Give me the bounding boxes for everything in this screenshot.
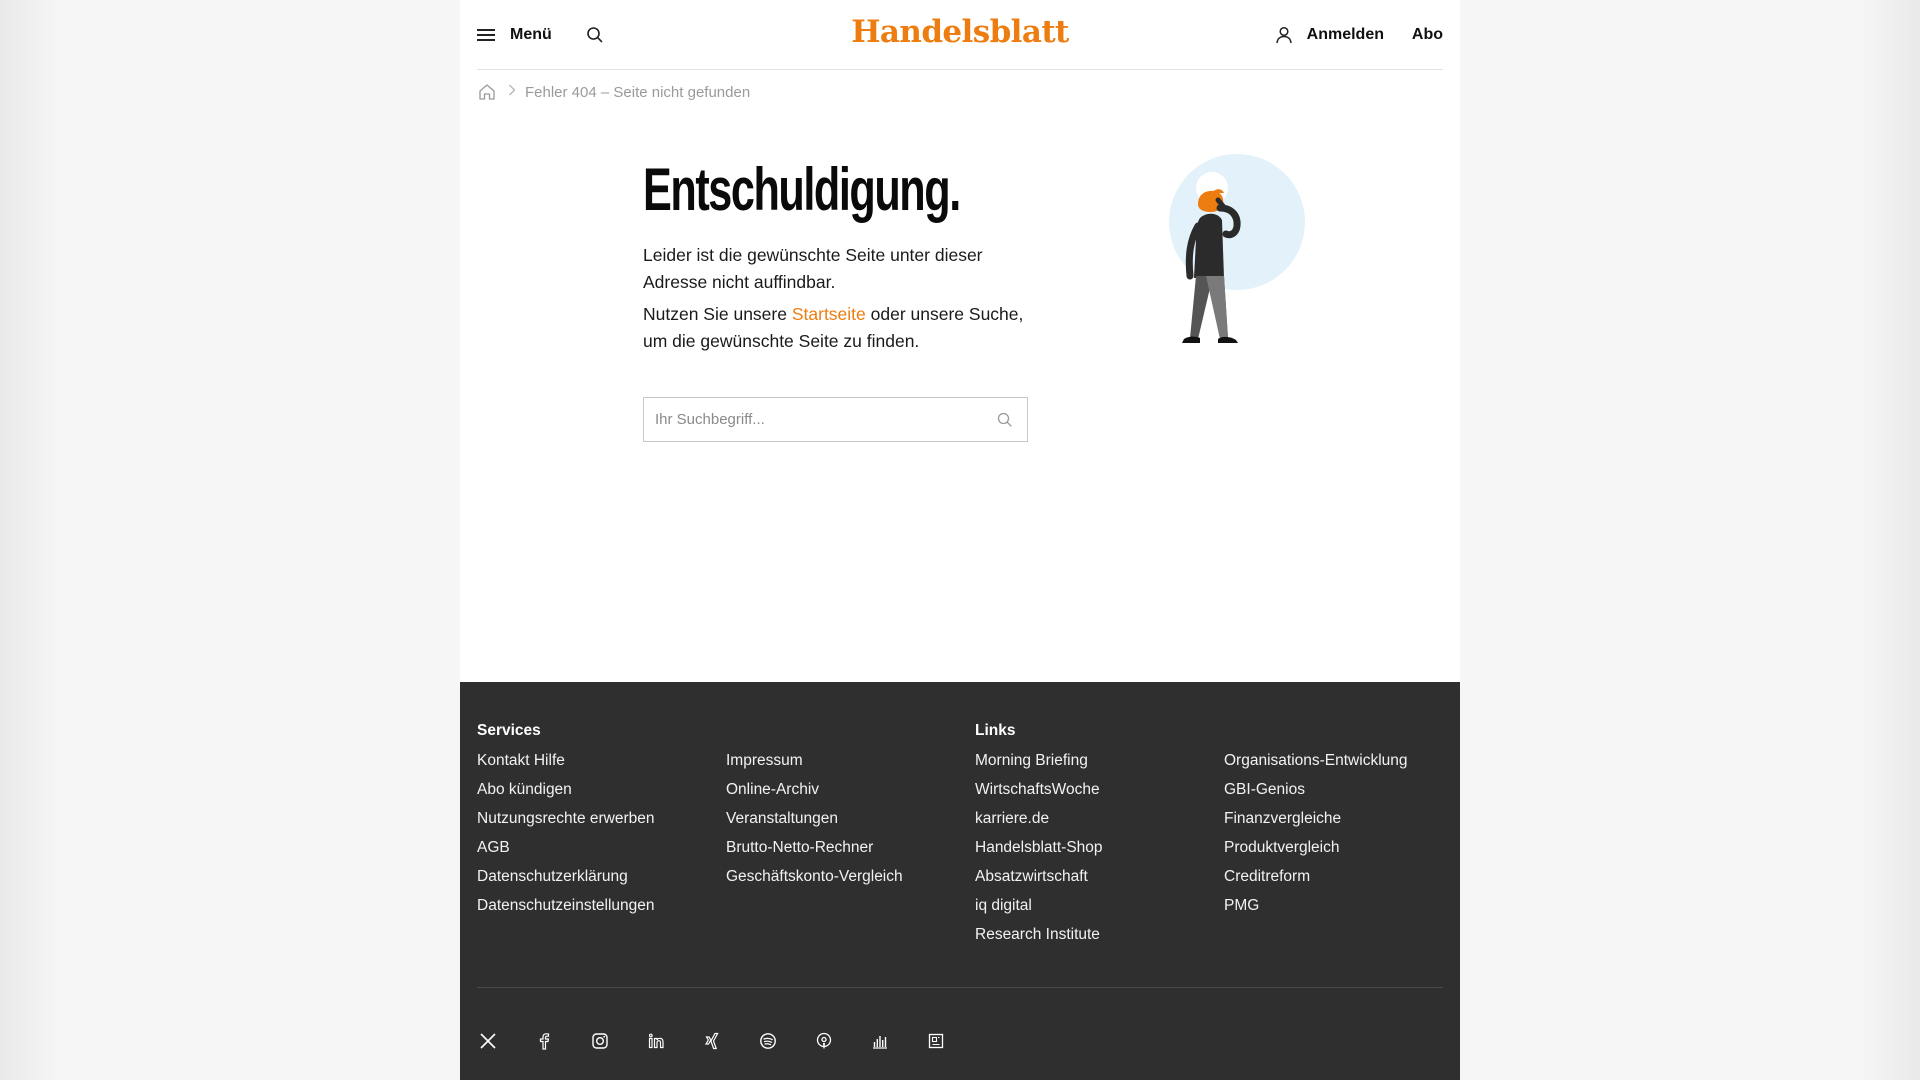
footer-link[interactable]: Datenschutzeinstellungen bbox=[477, 896, 655, 925]
charts-icon[interactable] bbox=[869, 1030, 891, 1052]
error-text-2-start: Nutzen Sie unsere bbox=[643, 304, 792, 324]
footer-link[interactable]: PMG bbox=[1224, 896, 1408, 925]
newsletter-icon[interactable] bbox=[925, 1030, 947, 1052]
menu-button[interactable]: Menü bbox=[477, 23, 552, 47]
footer-link[interactable]: Handelsblatt-Shop bbox=[975, 838, 1103, 867]
abo-link[interactable]: Abo bbox=[1412, 26, 1443, 44]
footer-link[interactable]: AGB bbox=[477, 838, 655, 867]
login-label: Anmelden bbox=[1306, 26, 1384, 43]
footer-links-col-1: Links Morning Briefing WirtschaftsWoche … bbox=[975, 722, 1103, 954]
footer-link[interactable]: karriere.de bbox=[975, 809, 1103, 838]
xing-icon[interactable] bbox=[701, 1030, 723, 1052]
linkedin-icon[interactable] bbox=[645, 1030, 667, 1052]
instagram-icon[interactable] bbox=[589, 1030, 611, 1052]
hamburger-icon bbox=[477, 28, 495, 42]
footer-services-col-2: . Impressum Online-Archiv Veranstaltunge… bbox=[726, 722, 903, 896]
menu-label: Menü bbox=[510, 26, 552, 43]
breadcrumb: Fehler 404 – Seite nicht gefunden bbox=[477, 81, 750, 103]
footer-link[interactable]: Abo kündigen bbox=[477, 780, 655, 809]
footer-link[interactable]: Geschäftskonto-Vergleich bbox=[726, 867, 903, 896]
home-icon[interactable] bbox=[477, 82, 497, 102]
footer-link[interactable]: Impressum bbox=[726, 751, 903, 780]
search-submit-icon[interactable] bbox=[996, 411, 1014, 429]
search-input[interactable] bbox=[644, 398, 984, 441]
social-links bbox=[477, 1030, 981, 1052]
footer-link[interactable]: Brutto-Netto-Rechner bbox=[726, 838, 903, 867]
footer-link[interactable]: Kontakt Hilfe bbox=[477, 751, 655, 780]
footer-link[interactable]: Online-Archiv bbox=[726, 780, 903, 809]
footer-link[interactable]: Creditreform bbox=[1224, 867, 1408, 896]
footer-link[interactable]: Nutzungsrechte erwerben bbox=[477, 809, 655, 838]
x-icon[interactable] bbox=[477, 1030, 499, 1052]
footer-link[interactable]: WirtschaftsWoche bbox=[975, 780, 1103, 809]
chevron-right-icon bbox=[508, 83, 516, 101]
page-container: Menü Handelsblatt Anmelden Abo Fehler 40… bbox=[460, 0, 1460, 1080]
handelsblatt-logo[interactable]: Handelsblatt bbox=[851, 14, 1069, 50]
footer-link[interactable]: Research Institute bbox=[975, 925, 1103, 954]
footer-link[interactable]: Morning Briefing bbox=[975, 751, 1103, 780]
login-button[interactable]: Anmelden bbox=[1274, 23, 1384, 47]
user-icon bbox=[1275, 26, 1292, 44]
error-message: Leider ist die gewünschte Seite unter di… bbox=[643, 242, 1043, 355]
search-icon[interactable] bbox=[585, 25, 605, 45]
footer-link[interactable]: Produktvergleich bbox=[1224, 838, 1408, 867]
footer-services-heading: Services bbox=[477, 722, 541, 739]
site-header: Menü Handelsblatt Anmelden Abo bbox=[477, 0, 1443, 70]
footer-links-heading: Links bbox=[975, 722, 1016, 739]
page-title: Entschuldigung. bbox=[643, 156, 961, 223]
confused-person-illustration bbox=[1140, 148, 1310, 358]
footer-divider bbox=[477, 987, 1443, 988]
footer-link[interactable]: Veranstaltungen bbox=[726, 809, 903, 838]
footer-link[interactable]: Finanzvergleiche bbox=[1224, 809, 1408, 838]
homepage-link[interactable]: Startseite bbox=[792, 304, 866, 324]
footer-link[interactable]: Datenschutzerklärung bbox=[477, 867, 655, 896]
footer-link[interactable]: Organisations-Entwicklung bbox=[1224, 751, 1408, 780]
footer-links-col-2: . Organisations-Entwicklung GBI-Genios F… bbox=[1224, 722, 1408, 925]
error-text-1: Leider ist die gewünschte Seite unter di… bbox=[643, 245, 983, 292]
footer-link[interactable]: iq digital bbox=[975, 896, 1103, 925]
footer-services-col-1: Services Kontakt Hilfe Abo kündigen Nutz… bbox=[477, 722, 655, 925]
breadcrumb-current: Fehler 404 – Seite nicht gefunden bbox=[525, 83, 751, 101]
error-text-2: Nutzen Sie unsere Startseite oder unsere… bbox=[643, 301, 1043, 355]
podcast-icon[interactable] bbox=[813, 1030, 835, 1052]
footer-link[interactable]: GBI-Genios bbox=[1224, 780, 1408, 809]
site-footer: Services Kontakt Hilfe Abo kündigen Nutz… bbox=[460, 682, 1460, 1080]
footer-link[interactable]: Absatzwirtschaft bbox=[975, 867, 1103, 896]
search-box bbox=[643, 397, 1028, 442]
facebook-icon[interactable] bbox=[533, 1030, 555, 1052]
spotify-icon[interactable] bbox=[757, 1030, 779, 1052]
